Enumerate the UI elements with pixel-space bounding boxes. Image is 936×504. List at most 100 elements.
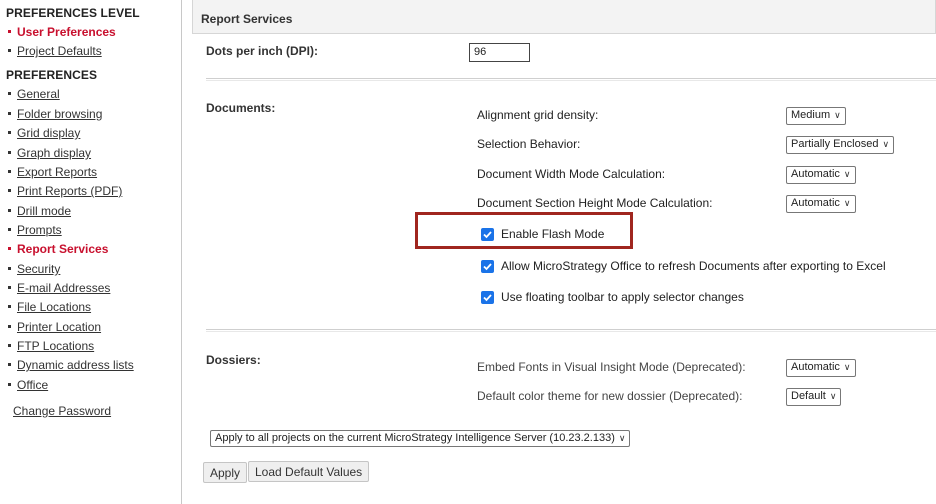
sidebar-item-label[interactable]: Dynamic address lists [17, 358, 134, 372]
sidebar-item-label[interactable]: Printer Location [17, 320, 101, 334]
office-refresh-checkbox[interactable] [481, 260, 494, 273]
color-theme-value: Default [791, 390, 826, 402]
chevron-down-icon: ∨ [882, 139, 890, 149]
bullet-icon [8, 92, 11, 96]
sidebar-item-label[interactable]: Prompts [17, 223, 62, 237]
bullet-icon [8, 189, 11, 193]
sidebar-item-label[interactable]: E-mail Addresses [17, 281, 110, 295]
checkmark-icon [483, 294, 492, 302]
apply-button[interactable]: Apply [203, 462, 248, 483]
bullet-icon [8, 383, 11, 387]
bullet-icon [8, 49, 11, 53]
enable-flash-mode-checkbox[interactable] [481, 228, 494, 241]
bullet-icon [8, 344, 11, 348]
height-mode-select[interactable]: Automatic ∨ [786, 195, 856, 213]
chevron-down-icon: ∨ [618, 433, 626, 443]
sidebar-item-label[interactable]: Print Reports (PDF) [17, 184, 122, 198]
chevron-down-icon: ∨ [834, 110, 841, 120]
width-mode-select[interactable]: Automatic ∨ [786, 166, 856, 184]
bullet-icon [8, 305, 11, 309]
dossiers-label: Dossiers: [206, 353, 261, 367]
height-mode-value: Automatic [791, 197, 840, 209]
selection-behavior-value: Partially Enclosed [791, 138, 879, 150]
checkmark-icon [483, 263, 492, 271]
section-divider [206, 78, 936, 81]
sidebar-item-prompts[interactable]: Prompts [8, 223, 62, 237]
width-mode-value: Automatic [791, 168, 840, 180]
sidebar-item-label[interactable]: Folder browsing [17, 107, 102, 121]
sidebar-item-security[interactable]: Security [8, 262, 60, 276]
sidebar-item-email-addresses[interactable]: E-mail Addresses [8, 281, 110, 295]
sidebar-item-export-reports[interactable]: Export Reports [8, 165, 97, 179]
sidebar-item-print-reports[interactable]: Print Reports (PDF) [8, 184, 122, 198]
documents-label: Documents: [206, 101, 276, 115]
bullet-icon [8, 170, 11, 174]
bullet-icon [8, 247, 11, 251]
report-services-panel: Report Services Dots per inch (DPI): 96 … [190, 0, 936, 504]
embed-fonts-select[interactable]: Automatic ∨ [786, 359, 856, 377]
selection-behavior-select[interactable]: Partially Enclosed ∨ [786, 136, 895, 154]
sidebar-item-label[interactable]: FTP Locations [17, 339, 94, 353]
sidebar-item-report-services[interactable]: Report Services [8, 242, 108, 256]
bullet-icon [8, 228, 11, 232]
width-mode-label: Document Width Mode Calculation: [477, 167, 666, 181]
floating-toolbar-label: Use floating toolbar to apply selector c… [501, 290, 744, 304]
sidebar-item-user-preferences[interactable]: User Preferences [8, 25, 116, 39]
chevron-down-icon: ∨ [843, 198, 851, 208]
floating-toolbar-checkbox[interactable] [481, 291, 494, 304]
enable-flash-mode-label: Enable Flash Mode [501, 227, 605, 241]
sidebar-item-general[interactable]: General [8, 87, 60, 101]
sidebar-item-label[interactable]: General [17, 87, 60, 101]
sidebar-item-label[interactable]: Grid display [17, 126, 80, 140]
embed-fonts-value: Automatic [791, 361, 840, 373]
sidebar-item-label[interactable]: Office [17, 378, 48, 392]
bullet-icon [8, 151, 11, 155]
sidebar-item-label: Report Services [17, 242, 109, 256]
color-theme-select[interactable]: Default ∨ [786, 388, 842, 406]
preferences-sidebar: PREFERENCES LEVEL User Preferences Proje… [0, 0, 182, 504]
bullet-icon [8, 363, 11, 367]
sidebar-item-label[interactable]: Graph display [17, 146, 91, 160]
sidebar-item-label: User Preferences [17, 25, 116, 39]
chevron-down-icon: ∨ [829, 391, 837, 401]
sidebar-item-ftp-locations[interactable]: FTP Locations [8, 339, 94, 353]
bullet-icon [8, 286, 11, 290]
apply-scope-select[interactable]: Apply to all projects on the current Mic… [210, 430, 631, 447]
office-refresh-label: Allow MicroStrategy Office to refresh Do… [501, 259, 886, 273]
chevron-down-icon: ∨ [843, 362, 851, 372]
bullet-icon [8, 267, 11, 271]
apply-scope-value: Apply to all projects on the current Mic… [215, 432, 615, 444]
alignment-grid-select[interactable]: Medium ∨ [786, 107, 846, 125]
load-default-values-button[interactable]: Load Default Values [248, 461, 370, 482]
bullet-icon [8, 30, 11, 34]
chevron-down-icon: ∨ [843, 169, 851, 179]
height-mode-label: Document Section Height Mode Calculation… [477, 196, 713, 210]
sidebar-item-drill-mode[interactable]: Drill mode [8, 204, 71, 218]
bullet-icon [8, 131, 11, 135]
bullet-icon [8, 325, 11, 329]
preferences-heading: PREFERENCES [6, 68, 98, 82]
sidebar-item-label[interactable]: Export Reports [17, 165, 97, 179]
preferences-level-heading: PREFERENCES LEVEL [6, 6, 140, 20]
sidebar-item-folder-browsing[interactable]: Folder browsing [8, 107, 102, 121]
alignment-grid-value: Medium [791, 109, 831, 121]
section-divider [206, 329, 936, 332]
sidebar-item-file-locations[interactable]: File Locations [8, 300, 91, 314]
sidebar-item-label[interactable]: Security [17, 262, 60, 276]
sidebar-item-dynamic-address-lists[interactable]: Dynamic address lists [8, 358, 134, 372]
dpi-input[interactable]: 96 [469, 43, 530, 62]
panel-title: Report Services [201, 12, 293, 26]
change-password-link[interactable]: Change Password [13, 404, 111, 418]
sidebar-item-printer-location[interactable]: Printer Location [8, 320, 101, 334]
selection-behavior-label: Selection Behavior: [477, 137, 581, 151]
sidebar-item-label[interactable]: Drill mode [17, 204, 71, 218]
sidebar-item-project-defaults[interactable]: Project Defaults [8, 44, 102, 58]
sidebar-item-office[interactable]: Office [8, 378, 48, 392]
sidebar-item-label[interactable]: File Locations [17, 300, 91, 314]
sidebar-item-graph-display[interactable]: Graph display [8, 146, 91, 160]
bullet-icon [8, 112, 11, 116]
sidebar-item-grid-display[interactable]: Grid display [8, 126, 80, 140]
sidebar-item-label[interactable]: Project Defaults [17, 44, 102, 58]
bullet-icon [8, 209, 11, 213]
alignment-grid-label: Alignment grid density: [477, 108, 599, 122]
